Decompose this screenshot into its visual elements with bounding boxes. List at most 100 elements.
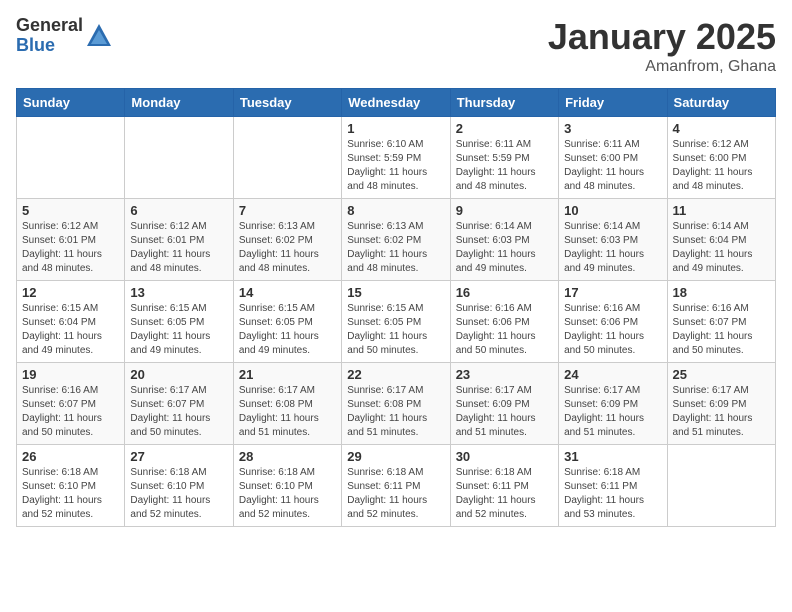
weekday-header-tuesday: Tuesday bbox=[233, 89, 341, 117]
day-info: Sunrise: 6:18 AMSunset: 6:10 PMDaylight:… bbox=[239, 466, 336, 522]
day-cell: 2 Sunrise: 6:11 AMSunset: 5:59 PMDaylight… bbox=[450, 117, 558, 199]
day-cell: 1 Sunrise: 6:10 AMSunset: 5:59 PMDaylight… bbox=[342, 117, 450, 199]
day-number: 26 bbox=[22, 449, 119, 464]
day-info: Sunrise: 6:18 AMSunset: 6:11 PMDaylight:… bbox=[564, 466, 661, 522]
day-cell: 15 Sunrise: 6:15 AMSunset: 6:05 PMDayligh… bbox=[342, 281, 450, 363]
day-info: Sunrise: 6:15 AMSunset: 6:05 PMDaylight:… bbox=[347, 302, 444, 358]
logo: General Blue bbox=[16, 16, 113, 56]
day-info: Sunrise: 6:18 AMSunset: 6:11 PMDaylight:… bbox=[456, 466, 553, 522]
logo-general: General bbox=[16, 16, 83, 36]
week-row-1: 5 Sunrise: 6:12 AMSunset: 6:01 PMDaylight… bbox=[17, 199, 776, 281]
day-number: 27 bbox=[130, 449, 227, 464]
day-info: Sunrise: 6:17 AMSunset: 6:09 PMDaylight:… bbox=[456, 384, 553, 440]
day-cell: 25 Sunrise: 6:17 AMSunset: 6:09 PMDayligh… bbox=[667, 363, 775, 445]
day-info: Sunrise: 6:12 AMSunset: 6:00 PMDaylight:… bbox=[673, 138, 770, 194]
day-number: 20 bbox=[130, 367, 227, 382]
day-number: 30 bbox=[456, 449, 553, 464]
day-cell: 17 Sunrise: 6:16 AMSunset: 6:06 PMDayligh… bbox=[559, 281, 667, 363]
day-cell: 6Sunrise: 6:12 AMSunset: 6:01 PMDaylight… bbox=[125, 199, 233, 281]
week-row-0: 1 Sunrise: 6:10 AMSunset: 5:59 PMDaylight… bbox=[17, 117, 776, 199]
day-cell: 12 Sunrise: 6:15 AMSunset: 6:04 PMDayligh… bbox=[17, 281, 125, 363]
day-number: 23 bbox=[456, 367, 553, 382]
day-cell: 29 Sunrise: 6:18 AMSunset: 6:11 PMDayligh… bbox=[342, 445, 450, 527]
day-number: 14 bbox=[239, 285, 336, 300]
day-cell: 30 Sunrise: 6:18 AMSunset: 6:11 PMDayligh… bbox=[450, 445, 558, 527]
day-number: 9 bbox=[456, 203, 553, 218]
day-cell: 14 Sunrise: 6:15 AMSunset: 6:05 PMDayligh… bbox=[233, 281, 341, 363]
day-cell: 23 Sunrise: 6:17 AMSunset: 6:09 PMDayligh… bbox=[450, 363, 558, 445]
weekday-header-friday: Friday bbox=[559, 89, 667, 117]
weekday-header-saturday: Saturday bbox=[667, 89, 775, 117]
day-info: Sunrise: 6:10 AMSunset: 5:59 PMDaylight:… bbox=[347, 138, 444, 194]
day-cell: 28 Sunrise: 6:18 AMSunset: 6:10 PMDayligh… bbox=[233, 445, 341, 527]
day-number: 17 bbox=[564, 285, 661, 300]
day-number: 29 bbox=[347, 449, 444, 464]
day-number: 18 bbox=[673, 285, 770, 300]
day-cell: 7 Sunrise: 6:13 AMSunset: 6:02 PMDaylight… bbox=[233, 199, 341, 281]
day-number: 1 bbox=[347, 121, 444, 136]
day-cell: 24 Sunrise: 6:17 AMSunset: 6:09 PMDayligh… bbox=[559, 363, 667, 445]
day-cell bbox=[667, 445, 775, 527]
day-info: Sunrise: 6:14 AMSunset: 6:03 PMDaylight:… bbox=[456, 220, 553, 276]
day-cell: 16 Sunrise: 6:16 AMSunset: 6:06 PMDayligh… bbox=[450, 281, 558, 363]
week-row-3: 19 Sunrise: 6:16 AMSunset: 6:07 PMDayligh… bbox=[17, 363, 776, 445]
day-number: 16 bbox=[456, 285, 553, 300]
weekday-header-wednesday: Wednesday bbox=[342, 89, 450, 117]
calendar-header: SundayMondayTuesdayWednesdayThursdayFrid… bbox=[17, 89, 776, 117]
day-number: 10 bbox=[564, 203, 661, 218]
day-number: 7 bbox=[239, 203, 336, 218]
calendar-table: SundayMondayTuesdayWednesdayThursdayFrid… bbox=[16, 88, 776, 527]
day-number: 2 bbox=[456, 121, 553, 136]
logo-blue: Blue bbox=[16, 36, 83, 56]
weekday-header-monday: Monday bbox=[125, 89, 233, 117]
day-info: Sunrise: 6:18 AMSunset: 6:11 PMDaylight:… bbox=[347, 466, 444, 522]
day-number: 21 bbox=[239, 367, 336, 382]
day-info: Sunrise: 6:17 AMSunset: 6:09 PMDaylight:… bbox=[673, 384, 770, 440]
day-cell: 20 Sunrise: 6:17 AMSunset: 6:07 PMDayligh… bbox=[125, 363, 233, 445]
week-row-2: 12 Sunrise: 6:15 AMSunset: 6:04 PMDayligh… bbox=[17, 281, 776, 363]
calendar-body: 1 Sunrise: 6:10 AMSunset: 5:59 PMDaylight… bbox=[17, 117, 776, 527]
day-info: Sunrise: 6:13 AMSunset: 6:02 PMDaylight:… bbox=[347, 220, 444, 276]
day-info: Sunrise: 6:12 AMSunset: 6:01 PMDaylight:… bbox=[22, 220, 119, 276]
day-info: Sunrise: 6:17 AMSunset: 6:09 PMDaylight:… bbox=[564, 384, 661, 440]
day-number: 25 bbox=[673, 367, 770, 382]
day-cell: 11Sunrise: 6:14 AMSunset: 6:04 PMDayligh… bbox=[667, 199, 775, 281]
day-cell: 27Sunrise: 6:18 AMSunset: 6:10 PMDayligh… bbox=[125, 445, 233, 527]
day-cell bbox=[17, 117, 125, 199]
day-number: 28 bbox=[239, 449, 336, 464]
day-info: Sunrise: 6:17 AMSunset: 6:07 PMDaylight:… bbox=[130, 384, 227, 440]
day-number: 4 bbox=[673, 121, 770, 136]
day-info: Sunrise: 6:16 AMSunset: 6:06 PMDaylight:… bbox=[564, 302, 661, 358]
day-info: Sunrise: 6:16 AMSunset: 6:07 PMDaylight:… bbox=[22, 384, 119, 440]
day-info: Sunrise: 6:15 AMSunset: 6:05 PMDaylight:… bbox=[239, 302, 336, 358]
day-cell: 26Sunrise: 6:18 AMSunset: 6:10 PMDayligh… bbox=[17, 445, 125, 527]
day-info: Sunrise: 6:15 AMSunset: 6:04 PMDaylight:… bbox=[22, 302, 119, 358]
day-number: 15 bbox=[347, 285, 444, 300]
day-cell: 22Sunrise: 6:17 AMSunset: 6:08 PMDayligh… bbox=[342, 363, 450, 445]
day-number: 31 bbox=[564, 449, 661, 464]
day-cell: 18 Sunrise: 6:16 AMSunset: 6:07 PMDayligh… bbox=[667, 281, 775, 363]
day-cell: 5 Sunrise: 6:12 AMSunset: 6:01 PMDaylight… bbox=[17, 199, 125, 281]
day-info: Sunrise: 6:13 AMSunset: 6:02 PMDaylight:… bbox=[239, 220, 336, 276]
day-number: 13 bbox=[130, 285, 227, 300]
title-block: January 2025 Amanfrom, Ghana bbox=[548, 16, 776, 76]
day-info: Sunrise: 6:17 AMSunset: 6:08 PMDaylight:… bbox=[239, 384, 336, 440]
day-cell: 19 Sunrise: 6:16 AMSunset: 6:07 PMDayligh… bbox=[17, 363, 125, 445]
day-info: Sunrise: 6:11 AMSunset: 5:59 PMDaylight:… bbox=[456, 138, 553, 194]
day-info: Sunrise: 6:15 AMSunset: 6:05 PMDaylight:… bbox=[130, 302, 227, 358]
day-cell: 9 Sunrise: 6:14 AMSunset: 6:03 PMDaylight… bbox=[450, 199, 558, 281]
day-number: 5 bbox=[22, 203, 119, 218]
day-info: Sunrise: 6:11 AMSunset: 6:00 PMDaylight:… bbox=[564, 138, 661, 194]
day-cell: 13 Sunrise: 6:15 AMSunset: 6:05 PMDayligh… bbox=[125, 281, 233, 363]
day-number: 19 bbox=[22, 367, 119, 382]
logo-icon bbox=[85, 22, 113, 50]
location: Amanfrom, Ghana bbox=[548, 58, 776, 76]
day-info: Sunrise: 6:12 AMSunset: 6:01 PMDaylight:… bbox=[130, 220, 227, 276]
page-header: General Blue January 2025 Amanfrom, Ghan… bbox=[16, 16, 776, 76]
day-number: 8 bbox=[347, 203, 444, 218]
day-cell: 31 Sunrise: 6:18 AMSunset: 6:11 PMDayligh… bbox=[559, 445, 667, 527]
day-number: 24 bbox=[564, 367, 661, 382]
day-info: Sunrise: 6:16 AMSunset: 6:06 PMDaylight:… bbox=[456, 302, 553, 358]
day-number: 12 bbox=[22, 285, 119, 300]
day-info: Sunrise: 6:16 AMSunset: 6:07 PMDaylight:… bbox=[673, 302, 770, 358]
